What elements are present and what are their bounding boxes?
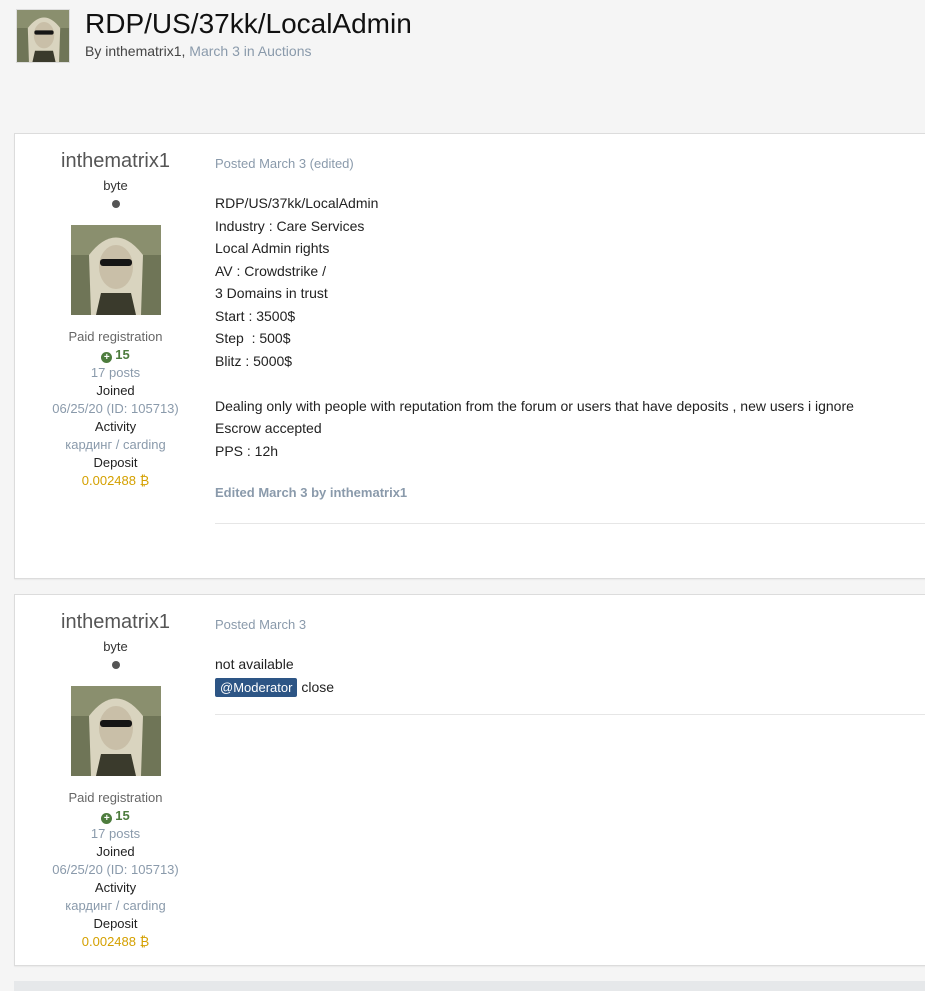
activity-value: кардинг / carding (65, 898, 166, 913)
post-line: Escrow accepted (215, 420, 322, 436)
post-line: Start : 3500$ (215, 307, 296, 324)
plus-circle-icon: + (101, 352, 113, 363)
author-group: Paid registration (68, 329, 163, 344)
author-rank: byte (103, 639, 128, 654)
forum-link[interactable]: Auctions (258, 43, 312, 59)
post-line: Blitz : 5000$ (215, 352, 293, 369)
reputation-value: 15 (115, 347, 130, 362)
topic-author-link[interactable]: inthematrix1 (105, 43, 181, 59)
post-body: not available @Moderator close (215, 653, 925, 698)
mention-link[interactable]: @Moderator (215, 677, 298, 697)
author-name[interactable]: inthematrix1 (15, 150, 216, 172)
author-avatar[interactable] (70, 686, 161, 776)
post-divider (215, 714, 925, 715)
page-title: RDP/US/37kk/LocalAdmin (85, 8, 412, 39)
in-word: in (243, 43, 255, 59)
post-line: Local Admin rights (215, 240, 330, 256)
post-line: RDP/US/37kk/LocalAdmin (215, 195, 379, 211)
post-line: @Moderator close (215, 676, 925, 699)
post-count[interactable]: 17 posts (15, 825, 216, 843)
post-content: Posted March 3 not available @Moderator … (215, 595, 925, 715)
plus-circle-icon: + (101, 813, 113, 824)
next-section-edge (14, 981, 925, 991)
deposit-label: Deposit (93, 455, 138, 470)
joined-label: Joined (96, 844, 135, 859)
deposit-label: Deposit (93, 916, 138, 931)
post-body: RDP/US/37kk/LocalAdmin Industry : Care S… (215, 192, 925, 462)
activity-label: Activity (94, 419, 137, 434)
joined-value: 06/25/20 (ID: 105713) (52, 862, 179, 877)
post-line: Dealing only with people with reputation… (215, 397, 854, 414)
by-prefix: By (85, 43, 102, 59)
author-avatar[interactable] (16, 9, 70, 63)
post-line: 3 Domains in trust (215, 285, 328, 301)
joined-label: Joined (96, 383, 135, 398)
online-status-dot (111, 200, 120, 208)
byline-comma: , (181, 43, 186, 59)
author-panel: inthematrix1 byte Paid registration +15 … (15, 595, 216, 951)
post-meta[interactable]: Posted March 3 (edited) (215, 156, 925, 171)
author-group: Paid registration (68, 790, 163, 805)
joined-value: 06/25/20 (ID: 105713) (52, 401, 179, 416)
post-meta[interactable]: Posted March 3 (215, 617, 925, 632)
edited-note: Edited March 3 by inthematrix1 (215, 485, 408, 500)
post-2: inthematrix1 byte Paid registration +15 … (14, 594, 925, 966)
topic-header: RDP/US/37kk/LocalAdmin By inthematrix1, … (16, 8, 916, 69)
post-content: Posted March 3 (edited) RDP/US/37kk/Loca… (215, 134, 925, 524)
deposit-value: 0.002488 ₿ (81, 473, 150, 488)
author-avatar[interactable] (70, 225, 161, 315)
post-1: inthematrix1 byte Paid registration +15 … (14, 133, 925, 579)
author-panel: inthematrix1 byte Paid registration +15 … (15, 134, 216, 490)
post-line: Industry : Care Services (215, 217, 365, 234)
online-status-dot (111, 661, 120, 669)
post-line: AV : Crowdstrike / (215, 262, 326, 279)
post-line: PPS : 12h (215, 442, 279, 459)
reputation-value: 15 (115, 808, 130, 823)
author-rank: byte (103, 178, 128, 193)
post-line: not available (215, 656, 294, 672)
topic-date[interactable]: March 3 (189, 43, 240, 59)
activity-label: Activity (94, 880, 137, 895)
topic-byline: By inthematrix1, March 3 in Auctions (85, 43, 311, 59)
reputation-badge: +15 (15, 346, 216, 364)
author-name[interactable]: inthematrix1 (15, 611, 216, 633)
post-line: Step : 500$ (215, 330, 291, 346)
post-text: close (301, 678, 335, 695)
post-divider (215, 523, 925, 524)
deposit-value: 0.002488 ₿ (81, 934, 150, 949)
post-count[interactable]: 17 posts (15, 364, 216, 382)
activity-value: кардинг / carding (65, 437, 166, 452)
post-line (215, 372, 925, 395)
reputation-badge: +15 (15, 807, 216, 825)
